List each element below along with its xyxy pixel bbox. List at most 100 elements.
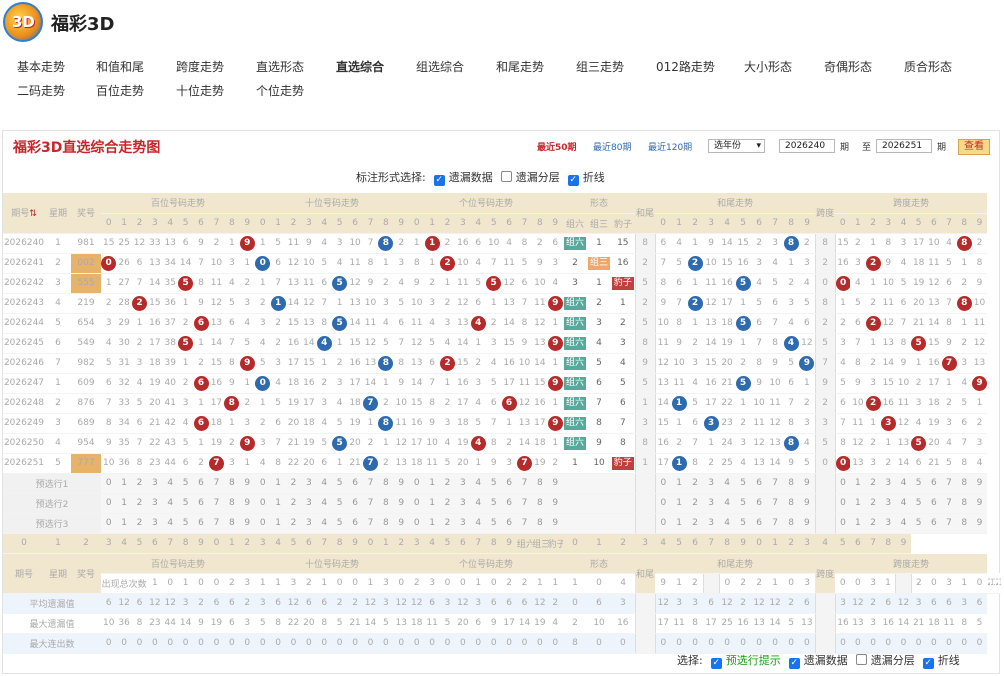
preselect-digit[interactable]: 3 bbox=[703, 473, 720, 494]
checkbox-label[interactable]: 遗漏分层 bbox=[516, 171, 560, 184]
preselect-digit[interactable]: 8 bbox=[956, 473, 972, 494]
nav-item[interactable]: 直选综合 bbox=[336, 58, 384, 75]
preselect-digit[interactable]: 8 bbox=[532, 473, 548, 494]
checkbox-label[interactable]: 遗漏数据 bbox=[804, 654, 848, 667]
preselect-digit[interactable]: 5 bbox=[485, 493, 502, 514]
year-select[interactable]: 选年份 ▾ bbox=[708, 139, 765, 153]
preselect-digit[interactable]: 8 bbox=[224, 493, 240, 514]
nav-item[interactable]: 二码走势 bbox=[17, 82, 65, 99]
preselect-digit[interactable]: 6 bbox=[347, 513, 363, 534]
preselect-digit[interactable]: 4 bbox=[162, 473, 178, 494]
preselect-digit[interactable]: 8 bbox=[378, 473, 394, 494]
preselect-digit[interactable]: 9 bbox=[393, 493, 410, 514]
nav-item[interactable]: 012路走势 bbox=[656, 58, 715, 75]
preselect-digit[interactable]: 4 bbox=[719, 513, 736, 534]
preselect-digit[interactable]: 5 bbox=[485, 473, 502, 494]
preselect-digit[interactable]: 7 bbox=[767, 473, 784, 494]
preselect-digit[interactable]: 5 bbox=[735, 473, 752, 494]
preselect-digit[interactable]: 7 bbox=[516, 493, 533, 514]
preselect-digit[interactable]: 2 bbox=[439, 513, 456, 534]
preselect-digit[interactable]: 6 bbox=[926, 473, 942, 494]
preselect-digit[interactable]: 9 bbox=[239, 513, 256, 534]
preselect-digit[interactable]: 3 bbox=[147, 493, 163, 514]
preselect-digit[interactable]: 9 bbox=[799, 493, 816, 514]
preselect-digit[interactable]: 8 bbox=[783, 513, 800, 534]
preselect-digit[interactable]: 4 bbox=[895, 513, 912, 534]
preselect-digit[interactable]: 6 bbox=[501, 513, 517, 534]
preselect-digit[interactable]: 9 bbox=[393, 513, 410, 534]
recent-80-link[interactable]: 最近80期 bbox=[593, 140, 631, 153]
preselect-digit[interactable]: 7 bbox=[516, 473, 533, 494]
checkbox-label[interactable]: 遗漏分层 bbox=[871, 654, 915, 667]
preselect-digit[interactable]: 0 bbox=[655, 473, 672, 494]
preselect-digit[interactable]: 9 bbox=[971, 513, 988, 534]
preselect-digit[interactable]: 8 bbox=[783, 493, 800, 514]
query-button[interactable]: 查看 bbox=[958, 139, 990, 155]
preselect-digit[interactable]: 1 bbox=[671, 513, 688, 534]
preselect-digit[interactable]: 3 bbox=[147, 513, 163, 534]
preselect-digit[interactable]: 2 bbox=[131, 493, 148, 514]
preselect-digit[interactable]: 5 bbox=[177, 473, 194, 494]
preselect-digit[interactable]: 0 bbox=[409, 473, 425, 494]
preselect-digit[interactable]: 3 bbox=[880, 513, 896, 534]
preselect-digit[interactable]: 4 bbox=[719, 473, 736, 494]
recent-120-link[interactable]: 最近120期 bbox=[648, 140, 692, 153]
preselect-digit[interactable]: 2 bbox=[687, 513, 704, 534]
preselect-digit[interactable]: 0 bbox=[101, 493, 117, 514]
preselect-digit[interactable]: 8 bbox=[956, 513, 972, 534]
preselect-digit[interactable]: 1 bbox=[671, 493, 688, 514]
preselect-digit[interactable]: 7 bbox=[941, 513, 957, 534]
table-row[interactable]: 2026251 5 777 10 36 8 23 44 6 2 7 3 1 4 8 22 20 6 1 21 7 2 13 1… bbox=[3, 453, 1001, 474]
preselect-row[interactable]: 预选行2 0 1 2 3 4 5 6 7 8 9 0 1 2 3 4 5 6 7 8 9 0 1 2 3 4 5 6 7 8 9 0 1 2 3 4 5… bbox=[3, 493, 1001, 514]
preselect-digit[interactable]: 0 bbox=[409, 493, 425, 514]
checkbox[interactable]: ✓ bbox=[710, 658, 722, 669]
preselect-digit[interactable]: 0 bbox=[255, 473, 271, 494]
recent-50-link[interactable]: 最近50期 bbox=[537, 140, 577, 153]
preselect-digit[interactable]: 5 bbox=[331, 493, 348, 514]
preselect-digit[interactable]: 7 bbox=[767, 493, 784, 514]
nav-item[interactable]: 质合形态 bbox=[904, 58, 952, 75]
checkbox[interactable]: ✓ bbox=[788, 658, 800, 669]
preselect-digit[interactable]: 0 bbox=[255, 513, 271, 534]
preselect-digit[interactable]: 6 bbox=[751, 493, 768, 514]
preselect-digit[interactable]: 0 bbox=[835, 513, 851, 534]
preselect-digit[interactable]: 1 bbox=[424, 493, 440, 514]
nav-item[interactable]: 个位走势 bbox=[256, 82, 304, 99]
preselect-digit[interactable]: 5 bbox=[177, 493, 194, 514]
preselect-digit[interactable]: 6 bbox=[751, 513, 768, 534]
preselect-digit[interactable]: 0 bbox=[101, 473, 117, 494]
preselect-digit[interactable]: 8 bbox=[956, 493, 972, 514]
preselect-row[interactable]: 预选行1 0 1 2 3 4 5 6 7 8 9 0 1 2 3 4 5 6 7 8 9 0 1 2 3 4 5 6 7 8 9 0 1 2 3 4 5… bbox=[3, 473, 1001, 494]
preselect-row[interactable]: 预选行3 0 1 2 3 4 5 6 7 8 9 0 1 2 3 4 5 6 7 8 9 0 1 2 3 4 5 6 7 8 9 0 1 2 3 4 5… bbox=[3, 513, 1001, 534]
preselect-digit[interactable]: 0 bbox=[101, 513, 117, 534]
preselect-digit[interactable]: 2 bbox=[865, 513, 881, 534]
checkbox[interactable] bbox=[855, 654, 867, 665]
preselect-digit[interactable]: 4 bbox=[162, 493, 178, 514]
preselect-digit[interactable]: 7 bbox=[941, 493, 957, 514]
table-row[interactable]: 2026247 1 609 6 32 4 19 40 2 6 16 9 1 0 4 18 16 2 3 17 14 1 9 1… bbox=[3, 373, 1001, 394]
preselect-digit[interactable]: 1 bbox=[850, 473, 866, 494]
preselect-digit[interactable]: 7 bbox=[362, 493, 379, 514]
preselect-digit[interactable]: 4 bbox=[470, 493, 486, 514]
preselect-digit[interactable]: 4 bbox=[895, 493, 912, 514]
checkbox-label[interactable]: 折线 bbox=[938, 654, 960, 667]
preselect-digit[interactable]: 7 bbox=[208, 493, 225, 514]
preselect-digit[interactable]: 0 bbox=[255, 493, 271, 514]
to-issue-input[interactable]: 2026251 bbox=[876, 139, 932, 153]
preselect-digit[interactable]: 5 bbox=[331, 513, 348, 534]
checkbox[interactable]: ✓ bbox=[922, 658, 934, 669]
preselect-digit[interactable]: 3 bbox=[455, 493, 471, 514]
preselect-digit[interactable]: 4 bbox=[316, 513, 332, 534]
preselect-digit[interactable]: 6 bbox=[193, 513, 209, 534]
preselect-digit[interactable]: 6 bbox=[926, 513, 942, 534]
preselect-digit[interactable]: 5 bbox=[911, 473, 927, 494]
table-row[interactable]: 2026250 4 954 9 35 7 22 43 5 1 19 2 9 3 7 21 19 5 5 20 2 1 12 1… bbox=[3, 433, 1001, 454]
nav-item[interactable]: 奇偶形态 bbox=[824, 58, 872, 75]
preselect-digit[interactable]: 1 bbox=[116, 513, 132, 534]
preselect-digit[interactable]: 4 bbox=[162, 513, 178, 534]
preselect-digit[interactable]: 4 bbox=[470, 513, 486, 534]
preselect-digit[interactable]: 6 bbox=[347, 473, 363, 494]
nav-item[interactable]: 十位走势 bbox=[176, 82, 224, 99]
preselect-digit[interactable]: 2 bbox=[687, 493, 704, 514]
sort-icon[interactable]: ⇅ bbox=[29, 209, 37, 219]
